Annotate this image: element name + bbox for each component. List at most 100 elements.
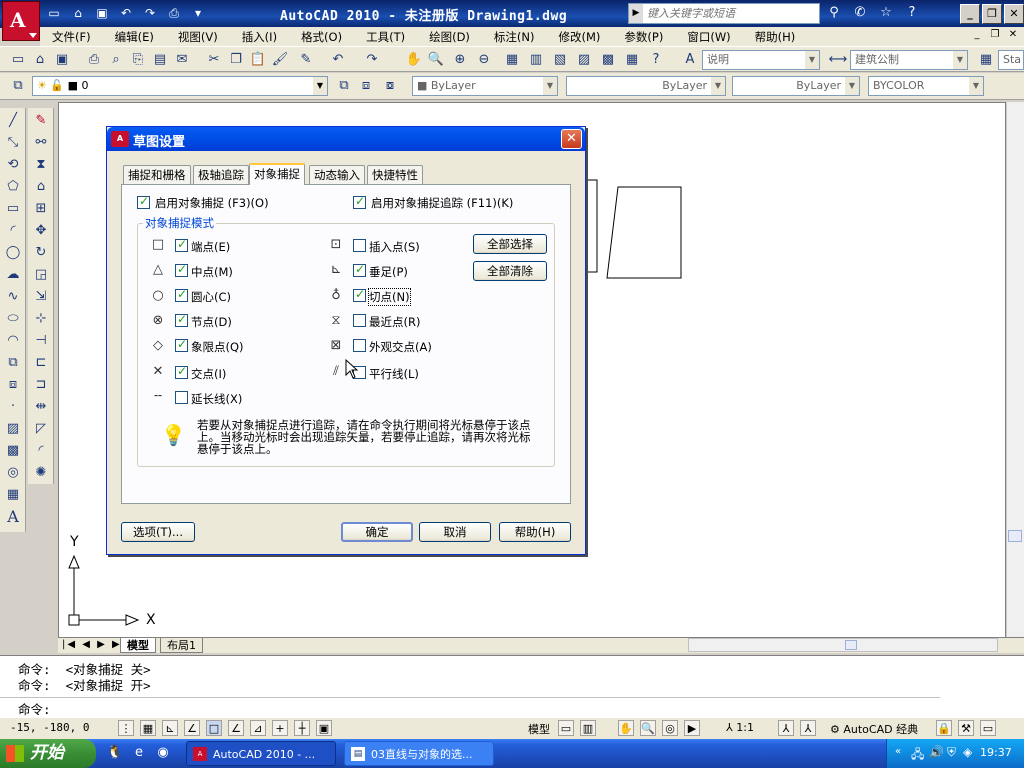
endpoint-checkbox[interactable]: [175, 237, 188, 252]
menu-window[interactable]: 窗口(W): [675, 29, 742, 45]
apparent-intersection-checkbox[interactable]: [353, 339, 366, 352]
pan-icon[interactable]: ✋: [404, 50, 424, 70]
fillet-icon[interactable]: ◜: [31, 442, 51, 460]
ok-button[interactable]: 确定: [341, 522, 413, 542]
doc-restore-button[interactable]: ❐: [988, 28, 1002, 42]
layer-manager-icon[interactable]: ⧉: [8, 76, 28, 96]
block-editor-icon[interactable]: ✎: [296, 50, 316, 70]
undo-icon[interactable]: ↶: [116, 4, 136, 22]
tab-polar-tracking[interactable]: 极轴追踪: [193, 165, 249, 184]
midpoint-checkbox[interactable]: [175, 262, 188, 277]
command-input-row[interactable]: 命令:: [0, 697, 940, 717]
linetype-combo[interactable]: ByLayer ▼: [566, 76, 726, 96]
redo-icon[interactable]: ↷: [140, 4, 160, 22]
multiline-text-icon[interactable]: A: [3, 508, 23, 526]
help-icon[interactable]: ?: [902, 4, 922, 22]
toolbar-lock-icon[interactable]: 🔒: [936, 720, 952, 736]
taskbar-clock[interactable]: 19:37: [980, 746, 1012, 759]
menu-edit[interactable]: 编辑(E): [103, 29, 166, 45]
layer-combo[interactable]: ☀ 🔓 ■ 0 ▼: [32, 76, 328, 96]
plotstyle-combo[interactable]: BYCOLOR ▼: [868, 76, 984, 96]
menu-parametric[interactable]: 参数(P): [612, 29, 675, 45]
gradient-icon[interactable]: ▩: [3, 442, 23, 460]
explode-icon[interactable]: ✺: [31, 464, 51, 482]
construction-line-icon[interactable]: ⤡: [3, 134, 23, 152]
stretch-icon[interactable]: ⇲: [31, 288, 51, 306]
offset-icon[interactable]: ⌂: [31, 178, 51, 196]
dim-style-combo[interactable]: 建筑公制 ▼: [850, 50, 968, 70]
qq-icon[interactable]: 🐧: [106, 744, 124, 762]
binoculars-icon[interactable]: ⚲: [824, 4, 844, 22]
tool-palettes-icon[interactable]: ▧: [550, 50, 570, 70]
move-icon[interactable]: ✥: [31, 222, 51, 240]
print-icon[interactable]: ⎙: [164, 4, 184, 22]
extend-icon[interactable]: ⊣: [31, 332, 51, 350]
doc-close-button[interactable]: ✕: [1006, 28, 1020, 42]
menu-view[interactable]: 视图(V): [166, 29, 230, 45]
quick-view-layouts-icon[interactable]: ▭: [558, 720, 574, 736]
dialog-close-button[interactable]: ✕: [561, 129, 582, 149]
help-search-input[interactable]: [643, 7, 813, 20]
print-preview-icon[interactable]: ⌕: [106, 50, 126, 70]
enable-tracking-checkbox[interactable]: [353, 194, 366, 209]
etransmit-icon[interactable]: ✉: [172, 50, 192, 70]
menu-insert[interactable]: 插入(I): [230, 29, 289, 45]
dim-style-icon[interactable]: ⟷: [828, 50, 848, 70]
vertical-scrollbar[interactable]: [1006, 102, 1024, 638]
cut-icon[interactable]: ✂: [204, 50, 224, 70]
snap-mode-icon[interactable]: ⋮: [118, 720, 134, 736]
quick-properties-icon[interactable]: ▣: [316, 720, 332, 736]
open-folder-icon[interactable]: ⌂: [68, 4, 88, 22]
extension-checkbox[interactable]: [175, 391, 188, 404]
zoom-icon[interactable]: 🔍: [640, 720, 656, 736]
horizontal-scrollbar[interactable]: [688, 638, 998, 652]
help-button[interactable]: 帮助(H): [499, 522, 571, 542]
osnap-tracking-icon[interactable]: ∠: [228, 720, 244, 736]
favorites-star-icon[interactable]: ☆: [876, 4, 896, 22]
taskbar-item-document[interactable]: ▤ 03直线与对象的选...: [344, 741, 494, 766]
layer-state-icon[interactable]: ⧇: [380, 76, 400, 96]
mirror-icon[interactable]: ⧗: [31, 156, 51, 174]
rotate-icon[interactable]: ↻: [31, 244, 51, 262]
expand-arrow-icon[interactable]: ▶: [629, 4, 643, 23]
hatch-icon[interactable]: ▨: [3, 420, 23, 438]
new-file-icon[interactable]: ▭: [44, 4, 64, 22]
open-folder-icon[interactable]: ⌂: [30, 50, 50, 70]
paste-icon[interactable]: 📋: [248, 50, 268, 70]
polyline-icon[interactable]: ⟲: [3, 156, 23, 174]
node-checkbox[interactable]: [175, 312, 188, 327]
restore-button[interactable]: ❐: [982, 4, 1002, 24]
select-all-button[interactable]: 全部选择: [473, 234, 547, 254]
start-button[interactable]: 开始: [0, 739, 96, 768]
menu-dimension[interactable]: 标注(N): [482, 29, 547, 45]
design-center-icon[interactable]: ▥: [526, 50, 546, 70]
line-icon[interactable]: ╱: [3, 112, 23, 130]
save-icon[interactable]: ▣: [52, 50, 72, 70]
new-file-icon[interactable]: ▭: [8, 50, 28, 70]
spline-icon[interactable]: ∿: [3, 288, 23, 306]
ellipse-icon[interactable]: ⬭: [3, 310, 23, 328]
match-properties-icon[interactable]: 🖌: [270, 50, 290, 70]
join-icon[interactable]: ⇹: [31, 398, 51, 416]
menu-draw[interactable]: 绘图(D): [417, 29, 482, 45]
model-space-label[interactable]: 模型: [528, 721, 550, 737]
tab-object-snap[interactable]: 对象捕捉: [249, 163, 305, 185]
perpendicular-checkbox[interactable]: [353, 262, 366, 277]
redo-icon[interactable]: ↷: [362, 50, 382, 70]
rectangle-icon[interactable]: ▭: [3, 200, 23, 218]
tab-snap-and-grid[interactable]: 捕捉和栅格: [123, 165, 191, 184]
copy-object-icon[interactable]: ⚯: [31, 134, 51, 152]
doc-minimize-button[interactable]: _: [970, 28, 984, 42]
clean-screen-icon[interactable]: ▭: [980, 720, 996, 736]
communication-center-icon[interactable]: ✆: [850, 4, 870, 22]
insert-block-icon[interactable]: ⧉: [3, 354, 23, 372]
auto-scale-icon[interactable]: ⅄: [800, 720, 816, 736]
chevron-down-icon[interactable]: ▾: [188, 4, 208, 22]
break-icon[interactable]: ⊐: [31, 376, 51, 394]
arc-icon[interactable]: ◜: [3, 222, 23, 240]
revision-cloud-icon[interactable]: ☁: [3, 266, 23, 284]
zoom-realtime-icon[interactable]: 🔍: [426, 50, 446, 70]
grid-display-icon[interactable]: ▦: [140, 720, 156, 736]
table-style-icon[interactable]: ▦: [976, 50, 996, 70]
ellipse-arc-icon[interactable]: ◠: [3, 332, 23, 350]
